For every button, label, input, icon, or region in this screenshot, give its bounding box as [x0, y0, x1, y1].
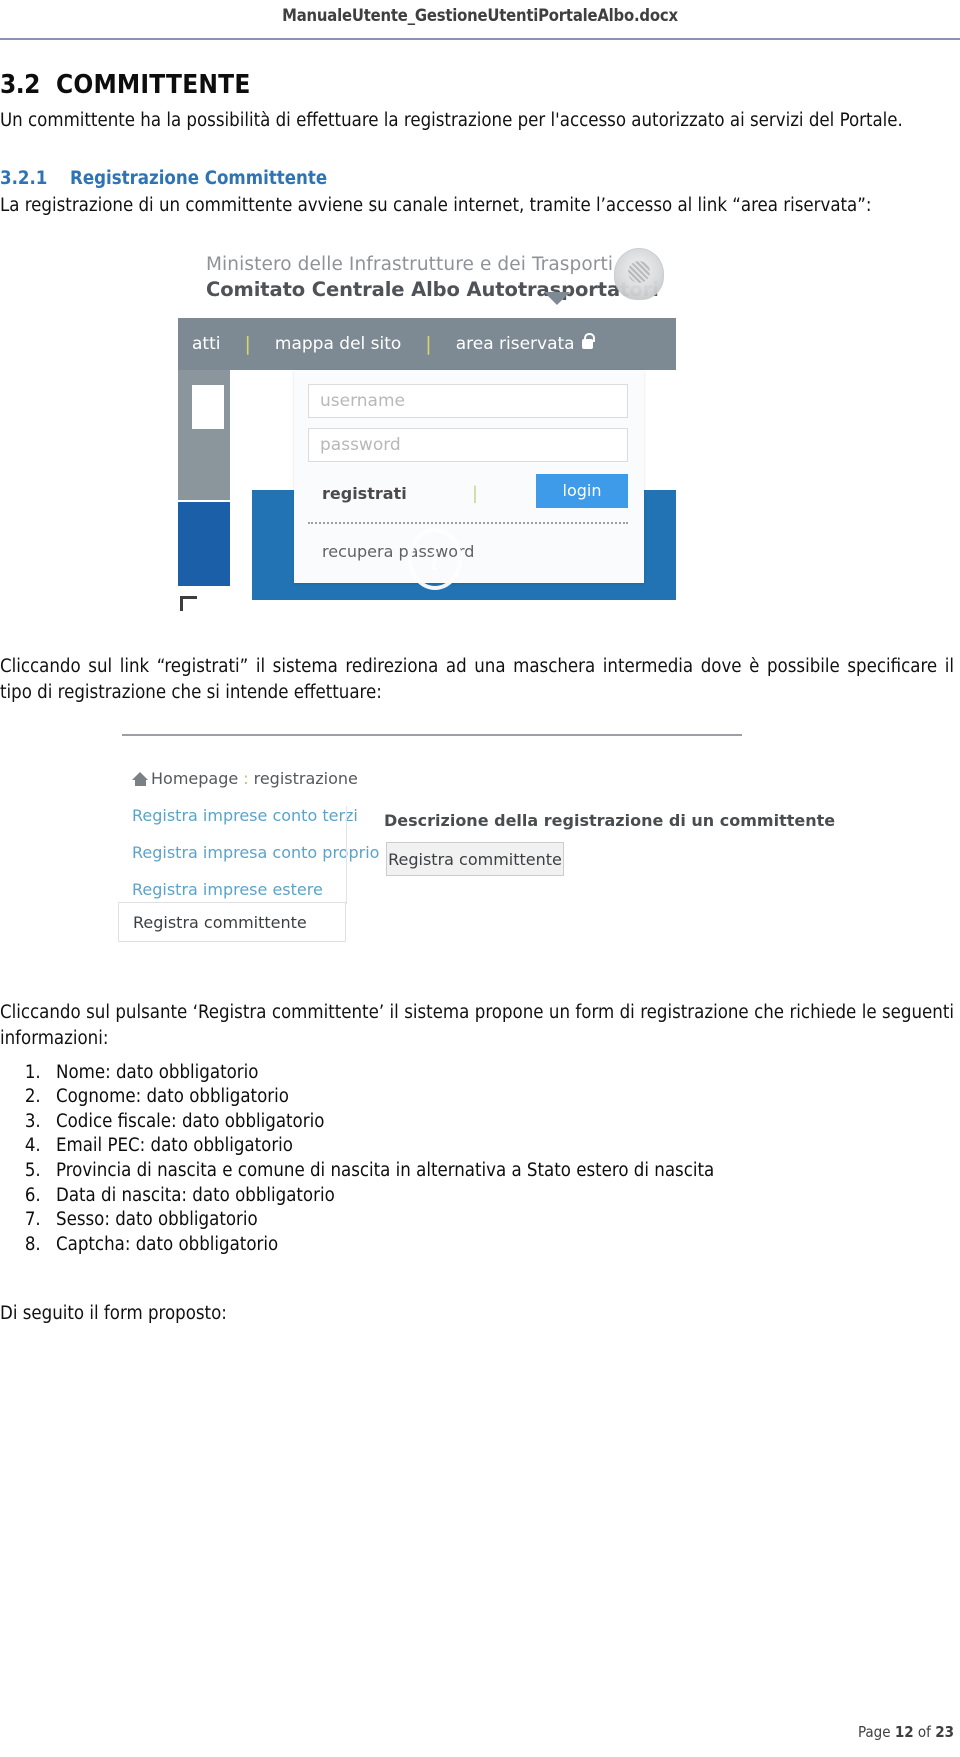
registration-description-title: Descrizione della registrazione di un co… — [384, 811, 836, 831]
list-item: Codice fiscale: dato obbligatorio — [46, 1110, 960, 1135]
list-item: Provincia di nascita e comune di nascita… — [46, 1159, 960, 1184]
breadcrumb-home-label[interactable]: Homepage — [151, 769, 238, 788]
list-item: Captcha: dato obbligatorio — [46, 1233, 960, 1258]
footer-page-number: 12 — [894, 1723, 914, 1741]
info-icon: i — [408, 527, 462, 590]
page-sidebar-inner-block — [192, 384, 224, 429]
paragraph-after-registration-screenshot: Cliccando sul pulsante ‘Registra committ… — [0, 1002, 954, 1050]
nav-item-mappa-del-sito[interactable]: mappa del sito — [275, 334, 401, 354]
login-actions-row: registrati | login — [308, 473, 628, 514]
list-item: Data di nascita: dato obbligatorio — [46, 1184, 960, 1209]
footer-page-mid: of — [913, 1723, 936, 1741]
page-footer: Page 12 of 23 — [858, 1723, 954, 1741]
closing-paragraph: Di seguito il form proposto: — [0, 1303, 227, 1325]
password-input[interactable]: password — [308, 427, 628, 462]
breadcrumb-current: registrazione — [253, 769, 358, 789]
heading-section-3-2: 3.2 COMMITTENTE — [0, 70, 960, 100]
login-divider — [308, 521, 628, 524]
actions-separator: | — [472, 483, 478, 504]
required-fields-list: Nome: dato obbligatorio Cognome: dato ob… — [0, 1061, 960, 1258]
header-divider — [0, 38, 960, 40]
link-registra-imprese-estere[interactable]: Registra imprese estere — [132, 880, 358, 899]
nav-item-area-riservata[interactable]: area riservata — [456, 334, 575, 354]
link-registra-committente-selected[interactable]: Registra committente — [118, 902, 346, 943]
nav-item-contatti[interactable]: atti — [192, 334, 220, 354]
breadcrumb-separator: : — [243, 769, 249, 789]
breadcrumb: Homepage : registrazione — [132, 769, 358, 788]
paragraph-after-login-screenshot: Cliccando sul link “registrati” il siste… — [0, 655, 954, 703]
document-title: ManualeUtente_GestioneUtentiPortaleAlbo.… — [282, 6, 678, 25]
dropdown-caret-icon — [544, 291, 570, 305]
screenshot-registration-chooser: Homepage : registrazione Registra impres… — [118, 734, 835, 974]
lock-icon — [581, 332, 595, 349]
screenshot-portal-login: Ministero delle Infrastrutture e dei Tra… — [170, 239, 676, 630]
footer-page-total: 23 — [935, 1723, 954, 1741]
login-dropdown-panel: username password registrati | login rec… — [294, 369, 644, 583]
page-corner-marker — [180, 595, 197, 611]
column-divider — [346, 806, 347, 905]
registrati-link[interactable]: registrati — [322, 484, 407, 503]
subsection-title: Registrazione Committente — [70, 168, 328, 190]
list-item: Email PEC: dato obbligatorio — [46, 1134, 960, 1159]
republic-emblem-icon — [614, 247, 664, 300]
subsection-intro-paragraph: La registrazione di un committente avvie… — [0, 195, 872, 217]
footer-page-prefix: Page — [857, 1723, 895, 1741]
registra-committente-button[interactable]: Registra committente — [386, 842, 564, 877]
screenshot-top-divider — [122, 734, 742, 737]
section-number: 3.2 — [0, 70, 40, 100]
subsection-number: 3.2.1 — [0, 168, 48, 190]
nav-separator-1: | — [244, 332, 251, 355]
brand-ministry-line: Ministero delle Infrastrutture e dei Tra… — [206, 253, 614, 275]
section-intro-paragraph: Un committente ha la possibilità di effe… — [0, 110, 903, 131]
registration-type-links: Registra imprese conto terzi Registra im… — [132, 806, 379, 917]
portal-navbar: atti | mappa del sito | area riservata — [178, 317, 676, 370]
list-item: Sesso: dato obbligatorio — [46, 1208, 960, 1233]
link-registra-imprese-conto-terzi[interactable]: Registra imprese conto terzi — [132, 806, 358, 825]
home-icon[interactable] — [132, 771, 149, 786]
list-item: Nome: dato obbligatorio — [46, 1061, 960, 1086]
document-header: ManualeUtente_GestioneUtentiPortaleAlbo.… — [0, 0, 960, 40]
login-button[interactable]: login — [536, 473, 628, 508]
section-title: COMMITTENTE — [56, 70, 251, 100]
username-placeholder: username — [320, 390, 405, 411]
nav-separator-2: | — [425, 332, 432, 355]
link-registra-impresa-conto-proprio[interactable]: Registra impresa conto proprio — [132, 843, 379, 862]
page-sidebar-blue-block — [178, 501, 230, 586]
heading-subsection-3-2-1: 3.2.1 Registrazione Committente — [0, 168, 960, 189]
list-item: Cognome: dato obbligatorio — [46, 1085, 960, 1110]
username-input[interactable]: username — [308, 383, 628, 418]
password-placeholder: password — [320, 434, 401, 455]
document-body: 3.2 COMMITTENTE Un committente ha la pos… — [0, 55, 960, 1328]
